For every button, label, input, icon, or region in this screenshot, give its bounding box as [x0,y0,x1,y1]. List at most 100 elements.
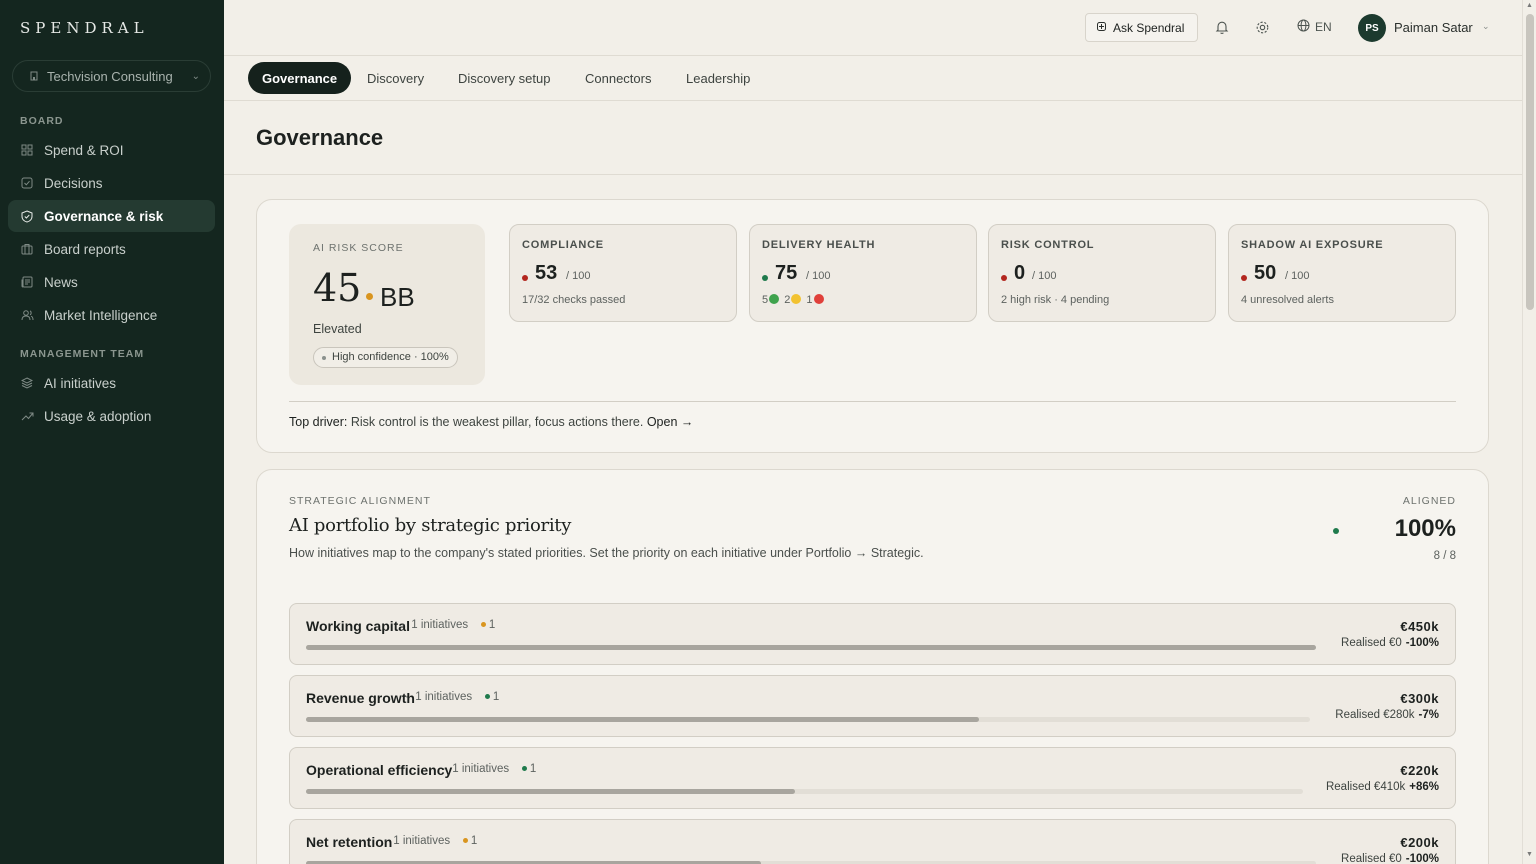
app-logo[interactable]: SPENDRAL [20,19,149,37]
ask-spendral-button[interactable]: Ask Spendral [1085,13,1198,42]
sidebar-item-label: News [44,274,78,290]
priority-realised: Realised €0 -100% [1341,853,1439,864]
priority-amount: €200k [1400,835,1439,850]
realised-delta: -100% [1405,637,1439,649]
initiative-count: 1 initiatives [393,835,451,847]
scrollbar-thumb[interactable] [1526,14,1534,310]
open-link[interactable]: Open → [647,415,694,429]
priority-amount: €300k [1400,691,1439,706]
section-label: STRATEGIC ALIGNMENT [289,495,431,507]
strategic-alignment-card: STRATEGIC ALIGNMENT AI portfolio by stra… [256,469,1489,864]
status-count: 1 [492,691,500,703]
pillar-shadow-ai-exposure[interactable]: SHADOW AI EXPOSURE 50 / 100 4 unresolved… [1228,224,1456,322]
pillar-value: 50 [1254,262,1277,284]
avatar[interactable]: PS [1358,14,1386,42]
sidebar-item-board-reports[interactable]: Board reports [8,233,215,265]
scroll-up-arrow-icon[interactable]: ▲ [1526,2,1533,9]
shield-icon [20,209,34,223]
sidebar-item-ai-initiatives[interactable]: AI initiatives [8,367,215,399]
pillar-risk-control[interactable]: RISK CONTROL 0 / 100 2 high risk · 4 pen… [988,224,1216,322]
top-driver-text: Risk control is the weakest pillar, focu… [347,415,647,429]
status-dot [484,694,490,699]
yellow-circle-icon [791,294,802,304]
tab-leadership[interactable]: Leadership [672,62,764,94]
page-scrollbar[interactable]: ▲ ▼ [1522,0,1536,864]
pillar-delivery-health[interactable]: DELIVERY HEALTH 75 / 100 5 2 1 [749,224,977,322]
sidebar-item-decisions[interactable]: Decisions [8,167,215,199]
risk-score-value: 45 [313,266,362,310]
top-driver-label: Top driver: [289,415,348,429]
language-selector[interactable]: EN [1297,19,1332,35]
status-count: 1 [529,763,537,775]
divider [289,401,1456,402]
status-dot [462,838,468,843]
building-icon [29,71,39,81]
sidebar-item-news[interactable]: News [8,266,215,298]
priority-row-revenue-growth[interactable]: Revenue growth · 1 initiatives 1 €300k R… [289,675,1456,737]
pillar-max: / 100 [1285,270,1310,282]
sidebar-item-label: Spend & ROI [44,142,124,158]
priority-meta: · 1 initiatives 1 [405,691,500,703]
priority-realised: Realised €0 -100% [1341,637,1439,649]
chevron-down-icon[interactable]: ⌄ [1482,21,1490,32]
sidebar-item-usage-adoption[interactable]: Usage & adoption [8,400,215,432]
section-label-management-team: MANAGEMENT TEAM [20,348,145,360]
section-description: How initiatives map to the company's sta… [289,546,924,560]
priority-progress-track [306,789,1303,794]
realised-delta: -7% [1418,709,1439,721]
risk-status: Elevated [313,322,362,336]
sidebar-item-market-intelligence[interactable]: Market Intelligence [8,299,215,331]
priority-progress-fill [306,717,979,722]
status-dot [1001,275,1007,281]
scroll-down-arrow-icon[interactable]: ▼ [1526,851,1533,858]
grid-icon [20,143,34,157]
green-circle-icon [769,294,780,304]
language-label: EN [1315,20,1332,34]
confidence-badge: High confidence · 100% [313,347,458,368]
sidebar-item-governance-risk[interactable]: Governance & risk [8,200,215,232]
globe-icon [1297,19,1310,35]
check-square-icon [20,176,34,190]
gear-icon[interactable] [1252,17,1272,37]
pillar-label: DELIVERY HEALTH [762,239,876,251]
pillar-subtext: 17/32 checks passed [522,294,626,306]
aligned-label: ALIGNED [1402,495,1456,507]
ai-risk-score-box[interactable]: AI RISK SCORE 45 BB Elevated High confid… [289,224,485,385]
priority-row-net-retention[interactable]: Net retention · 1 initiatives 1 €200k Re… [289,819,1456,864]
priority-progress-track [306,645,1316,650]
pillar-max: / 100 [1032,270,1057,282]
sidebar-item-spend-roi[interactable]: Spend & ROI [8,134,215,166]
red-circle-icon [813,294,824,304]
status-dot [521,766,527,771]
realised-value: Realised €0 [1341,637,1402,649]
priority-progress-track [306,717,1310,722]
ai-risk-card: AI RISK SCORE 45 BB Elevated High confid… [256,199,1489,453]
sidebar-item-label: AI initiatives [44,375,117,391]
risk-grade-dot [366,293,373,300]
realised-delta: -100% [1405,853,1439,864]
pillar-label: COMPLIANCE [522,239,604,251]
user-name[interactable]: Paiman Satar [1394,20,1473,35]
priority-row-operational-efficiency[interactable]: Operational efficiency · 1 initiatives 1… [289,747,1456,809]
pillar-max: / 100 [806,270,831,282]
priority-name: Revenue growth [306,690,415,706]
pillar-compliance[interactable]: COMPLIANCE 53 / 100 17/32 checks passed [509,224,737,322]
bell-icon[interactable] [1212,17,1232,37]
newspaper-icon [20,275,34,289]
priority-meta: · 1 initiatives 1 [383,835,478,847]
org-switcher[interactable]: Techvision Consulting ⌄ [12,60,211,92]
tab-connectors[interactable]: Connectors [571,62,665,94]
realised-value: Realised €280k [1335,709,1415,721]
tab-discovery-setup[interactable]: Discovery setup [444,62,564,94]
divider [224,174,1522,175]
status-count: 1 [488,619,496,631]
pillar-value: 0 [1014,262,1026,284]
priority-row-working-capital[interactable]: Working capital · 1 initiatives 1 €450k … [289,603,1456,665]
status-dot [522,275,528,281]
initiative-count: 1 initiatives [415,691,473,703]
sidebar-item-label: Governance & risk [44,208,164,224]
realised-delta: +86% [1409,781,1439,793]
tab-discovery[interactable]: Discovery [353,62,438,94]
tab-governance[interactable]: Governance [248,62,352,94]
chevron-down-icon: ⌄ [191,70,200,82]
